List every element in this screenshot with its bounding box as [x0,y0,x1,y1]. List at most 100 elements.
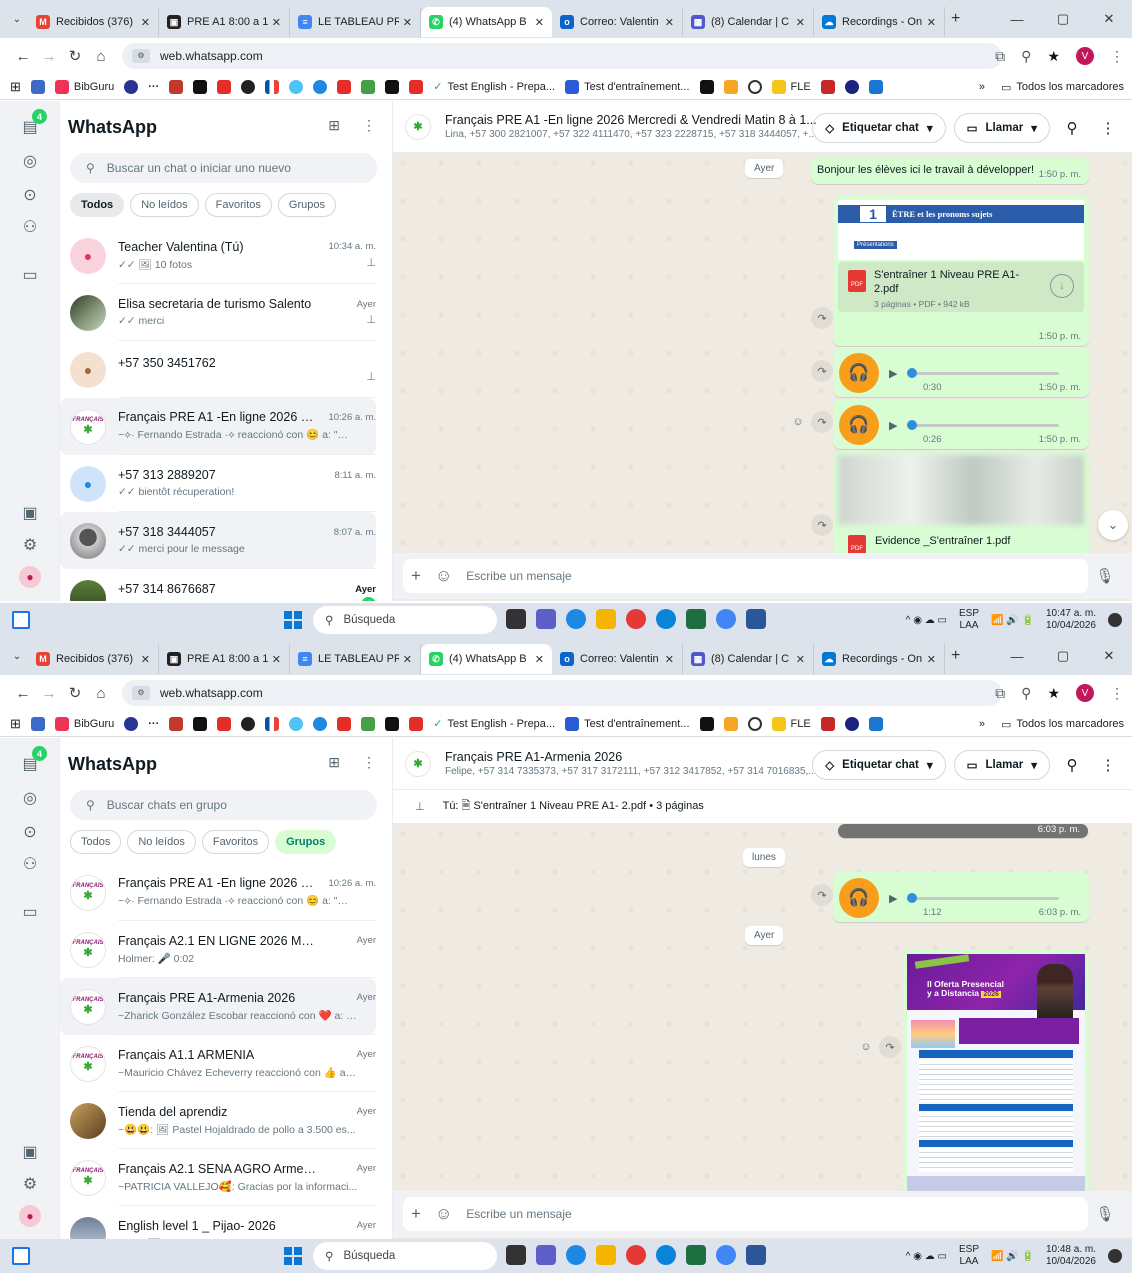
bookmark-icon[interactable] [241,716,256,731]
excel-icon[interactable] [686,1245,706,1265]
edge-icon[interactable] [656,609,676,629]
bookmark-fle[interactable]: FLE [771,79,811,94]
chat-avatar[interactable]: ● [70,351,106,388]
apps-grid-icon[interactable]: ⊞ [10,79,21,95]
browser-menu-icon[interactable]: ⋮ [1110,48,1124,65]
bookmark-icon[interactable] [124,716,139,731]
reload-button[interactable]: ↻ [62,47,88,65]
chat-list-item[interactable]: Tienda del aprendiz Ayer ~😃😃: 🖼 Pastel Hoj… [60,1092,376,1149]
bookmark-icon[interactable] [241,79,256,94]
widgets-icon[interactable] [12,611,30,629]
chat-list-item[interactable]: FRANÇAIS ✱ Français PRE A1-Armenia 2026 Aye… [60,978,376,1035]
bookmark-icon[interactable] [169,716,184,731]
chat-list-item[interactable]: FRANÇAIS ✱ Français A1.1 ARMENIA Ayer ~Mauri… [60,1035,376,1092]
bookmark-icon[interactable] [30,716,45,731]
word-icon[interactable] [746,609,766,629]
telegram-icon[interactable] [566,609,586,629]
communities-icon[interactable]: ⚇ [18,852,42,876]
bookmark-icon[interactable] [169,79,184,94]
chat-list-item[interactable]: English level 1 _ Pijao- 2026Ayer✓ Tú: 🖼… [60,1206,376,1239]
bookmark-icon[interactable] [868,716,883,731]
text-message[interactable]: Bonjour les élèves ici le travail à déve… [811,158,1089,184]
attach-plus-icon[interactable]: + [411,1204,421,1224]
audio-progress[interactable] [907,367,1060,378]
word-icon[interactable] [746,1245,766,1265]
bookmark-icon[interactable] [409,716,424,731]
chat-avatar[interactable] [70,579,106,601]
chat-avatar[interactable]: FRANÇAIS ✱ [70,931,106,968]
audio-progress[interactable] [907,419,1060,430]
chat-list-item[interactable]: ● +57 313 2889207 8:11 a. m. ✓✓ bientôt réc… [60,455,376,512]
conversation-header[interactable]: ✱ Français PRE A1-Armenia 2026 Felipe, +… [393,738,1132,790]
bookmark-icon[interactable] [844,716,859,731]
filter-grupos[interactable]: Grupos [275,830,337,854]
tab-search-dropdown[interactable]: ⌄ [6,645,28,667]
chat-list-item[interactable]: FRANÇAIS ✱ Français PRE A1 -En ligne 2026 … [60,864,376,921]
bookmark-icon[interactable] [361,79,376,94]
bookmark-bibguru[interactable]: BibGuru [54,79,114,94]
menu-icon[interactable]: ⋮ [362,117,376,134]
url-field[interactable]: ⚙ web.whatsapp.com [122,43,1002,69]
bookmark-test-english[interactable]: ✓ Test English - Prepa... [433,80,555,94]
bookmark-icon[interactable] [747,716,762,731]
new-tab-button[interactable]: + [951,647,960,665]
download-icon[interactable]: ↓ [1050,274,1074,298]
zoom-icon[interactable]: ⚲ [1021,685,1031,702]
bookmark-icon[interactable] [265,79,280,94]
chat-avatar[interactable]: FRANÇAIS ✱ [70,1159,106,1196]
minimize-button[interactable]: — [994,12,1040,27]
tab-close-icon[interactable]: ✕ [141,653,150,666]
tab-close-icon[interactable]: ✕ [141,16,150,29]
forward-button[interactable]: → [36,48,62,65]
tab-close-icon[interactable]: ✕ [927,653,936,666]
forward-icon[interactable]: ↷ [879,1036,901,1058]
emoji-icon[interactable]: ☺ [435,1204,452,1224]
browser-tab[interactable]: ≡ LE TABLEAU PRE ✕ [290,7,421,37]
chat-list-item[interactable]: FRANÇAIS ✱ Français A2.1 EN LIGNE 2026 MAR… [60,921,376,978]
menu-icon[interactable]: ⋮ [1094,119,1122,137]
site-info-icon[interactable]: ⚙ [132,686,150,700]
bookmark-icon[interactable] [385,79,400,94]
network-volume-icons[interactable]: 📶 🔊 🔋 [991,1251,1034,1262]
bookmark-icon[interactable] [361,716,376,731]
pdf-message[interactable]: 1 ÊTRE et les pronoms sujets Présentatio… [833,196,1089,346]
call-button[interactable]: ▭ Llamar ▾ [953,750,1050,780]
tab-close-icon[interactable]: ✕ [403,16,412,29]
forward-icon[interactable]: ↷ [811,514,833,536]
chat-avatar[interactable]: FRANÇAIS ✱ [70,874,106,911]
flyer-image[interactable]: II Oferta Presencial y a Distancia 2026 [907,954,1085,1191]
taskbar-search[interactable]: ⚲ Búsqueda [313,606,497,634]
back-button[interactable]: ← [10,48,36,65]
bookmark-icon[interactable] [868,79,883,94]
bookmark-icon[interactable] [723,716,738,731]
bookmark-icon[interactable] [337,79,352,94]
filter-todos[interactable]: Todos [70,193,125,217]
bookmark-icon[interactable] [193,79,208,94]
browser-tab[interactable]: ✆ (4) WhatsApp B ✕ [421,7,552,37]
filter-favoritos[interactable]: Favoritos [204,193,272,217]
all-bookmarks-button[interactable]: ▭ Todos los marcadores [1001,718,1124,731]
bookmark-bibguru[interactable]: BibGuru [54,716,114,731]
browser-tab[interactable]: ☁ Recordings - On ✕ [814,7,945,37]
tab-search-dropdown[interactable]: ⌄ [6,8,28,30]
bookmark-icon[interactable] [289,79,304,94]
language-indicator[interactable]: ESP LAA [959,1244,979,1268]
pinned-message-bar[interactable]: ⊥ Tú: 🗎 S'entraîner 1 Niveau PRE A1- 2.p… [393,790,1132,824]
browser-tab[interactable]: ▣ PRE A1 8:00 a 1(✕ [159,644,290,674]
profile-avatar[interactable]: V [1076,47,1094,65]
channels-icon[interactable]: ⊙ [18,183,42,207]
play-icon[interactable]: ▶ [889,892,897,905]
bookmark-icon[interactable] [124,79,139,94]
settings-gear-icon[interactable]: ⚙ [18,533,42,557]
bookmark-icon[interactable] [289,716,304,731]
forward-icon[interactable]: ↷ [811,307,833,329]
more-bookmarks-button[interactable]: » [979,81,985,93]
home-button[interactable]: ⌂ [88,685,114,702]
tab-close-icon[interactable]: ✕ [403,653,412,666]
chat-avatar[interactable] [70,1216,106,1239]
bookmark-icon[interactable] [217,716,232,731]
start-button[interactable] [284,1247,302,1265]
communities-icon[interactable]: ⚇ [18,215,42,239]
apps-grid-icon[interactable]: ⊞ [10,716,21,732]
channels-icon[interactable]: ⊙ [18,820,42,844]
